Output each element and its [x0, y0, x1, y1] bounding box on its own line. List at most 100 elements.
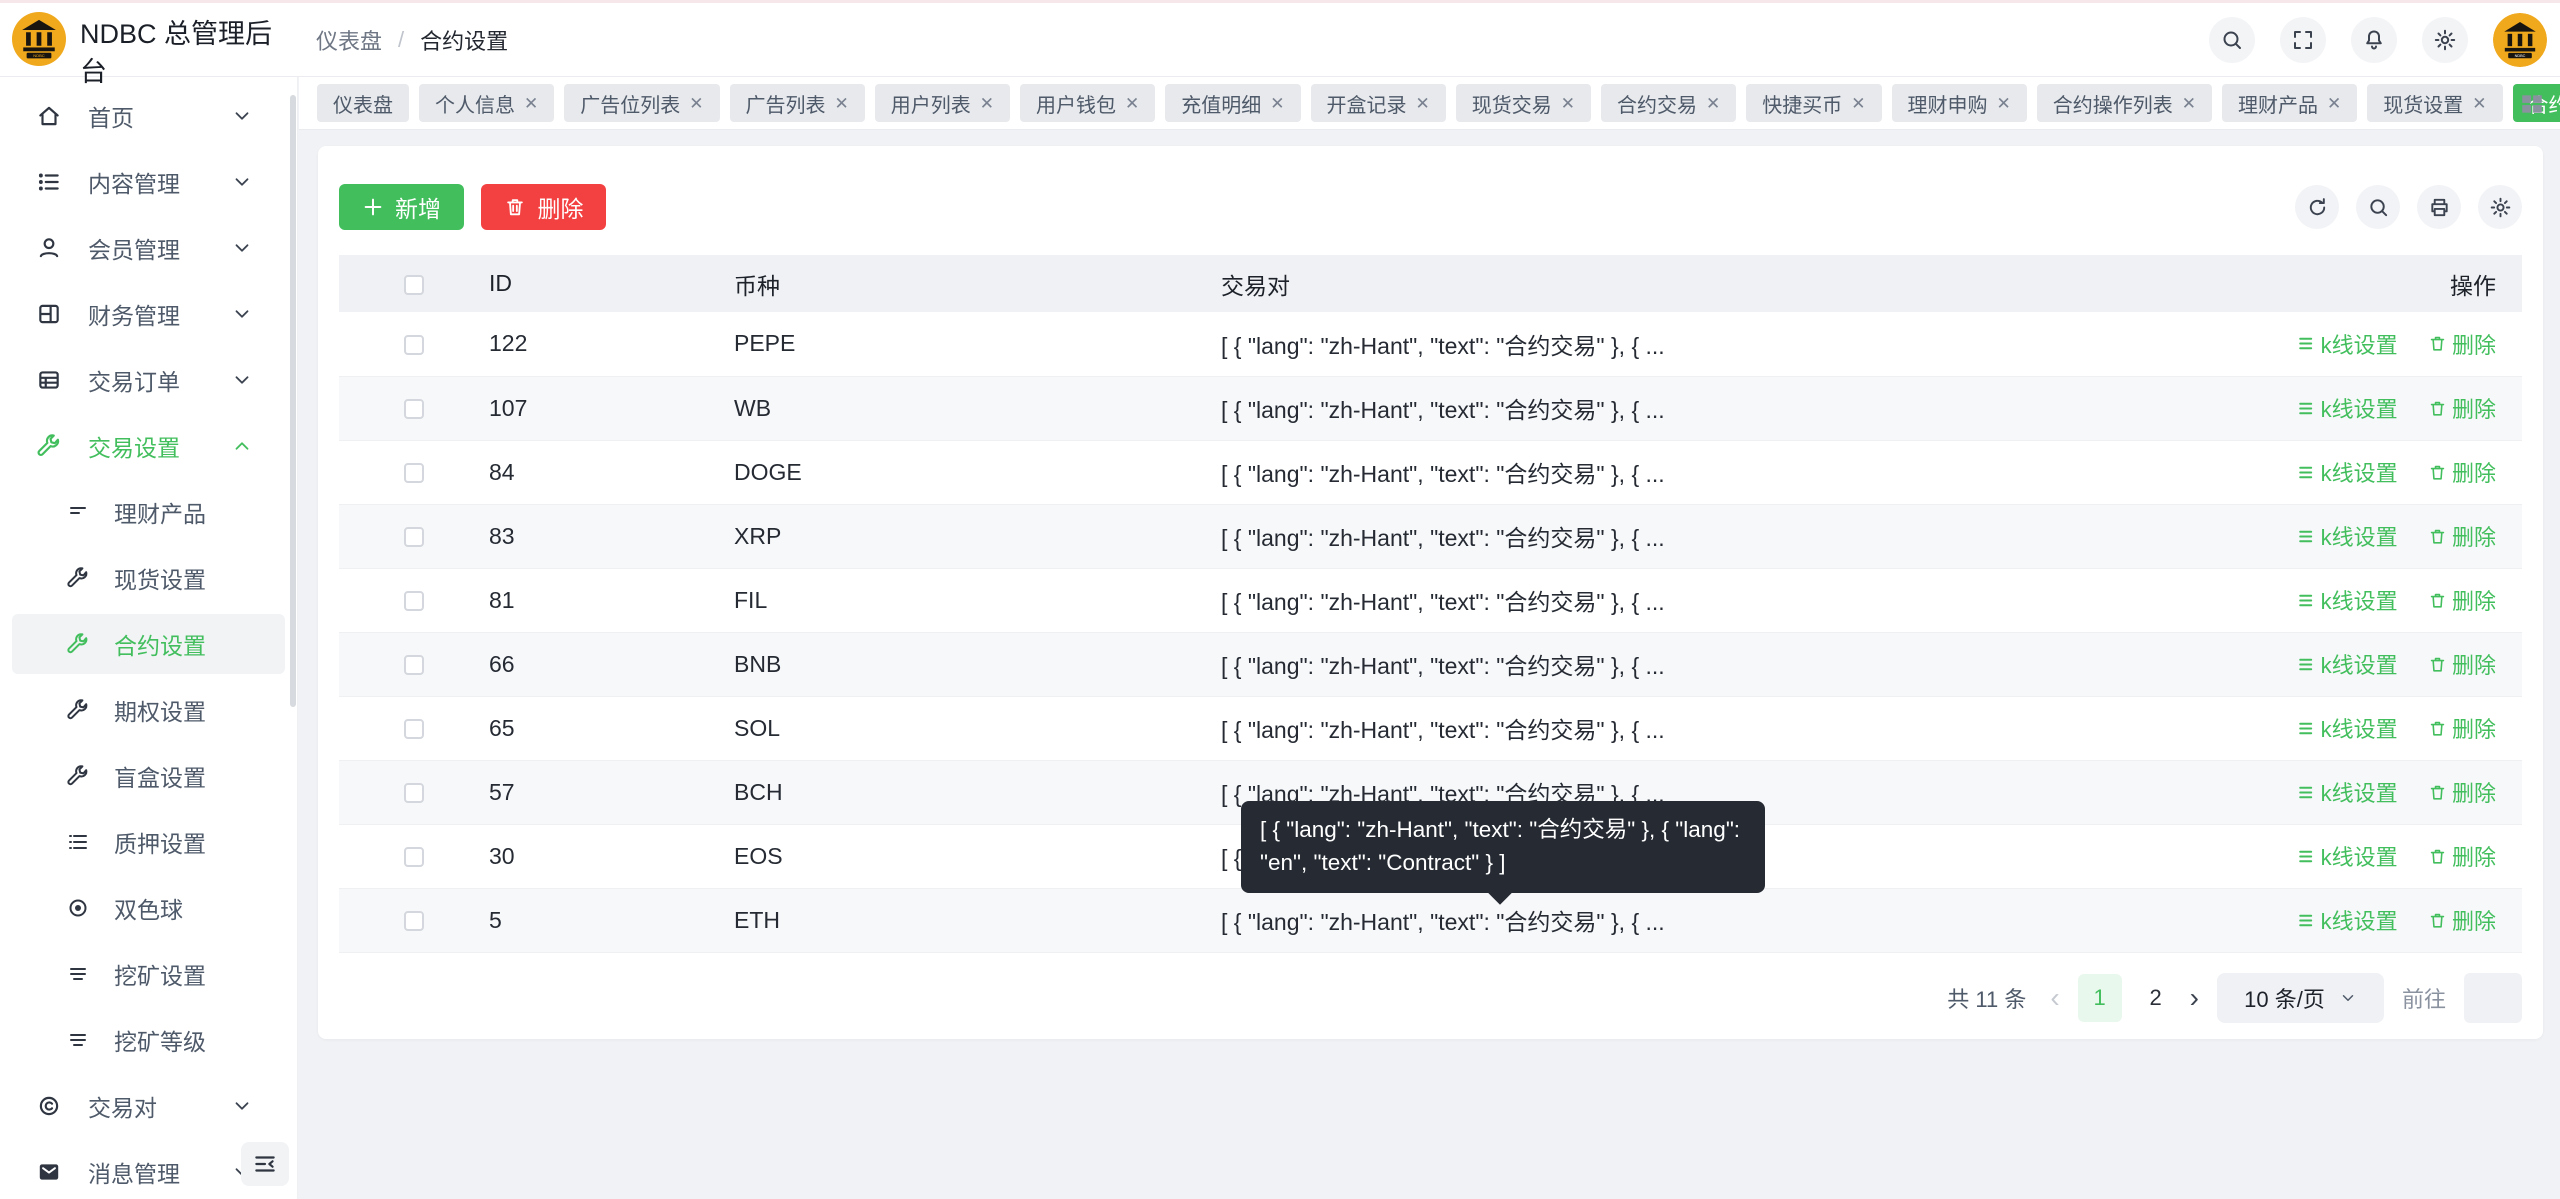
close-icon[interactable]: ✕ — [1270, 95, 1284, 112]
pagination-prev-icon[interactable]: ‹ — [2050, 982, 2059, 1014]
search-icon[interactable] — [2209, 17, 2255, 63]
tab-ad-slots[interactable]: 广告位列表 ✕ — [564, 84, 720, 122]
kline-settings-link[interactable]: k线设置 — [2297, 328, 2398, 360]
row-checkbox[interactable] — [404, 335, 424, 356]
cell-pair[interactable]: [ { "lang": "zh-Hant", "text": "合约交易" },… — [1221, 504, 2212, 569]
table-search-icon[interactable] — [2356, 185, 2400, 229]
table-row[interactable]: 122 PEPE [ { "lang": "zh-Hant", "text": … — [339, 312, 2522, 377]
close-icon[interactable]: ✕ — [1416, 95, 1430, 112]
print-icon[interactable] — [2417, 185, 2461, 229]
sidebar-item-blindbox-settings[interactable]: 盲盒设置 — [0, 743, 297, 809]
kline-settings-link[interactable]: k线设置 — [2297, 456, 2398, 488]
notifications-bell-icon[interactable] — [2351, 17, 2397, 63]
row-delete-link[interactable]: 删除 — [2428, 840, 2496, 872]
close-icon[interactable]: ✕ — [2327, 95, 2341, 112]
select-all-checkbox[interactable] — [404, 274, 424, 295]
kline-settings-link[interactable]: k线设置 — [2297, 584, 2398, 616]
sidebar-fold-icon[interactable] — [241, 1142, 289, 1186]
table-row[interactable]: 65 SOL [ { "lang": "zh-Hant", "text": "合… — [339, 696, 2522, 761]
tab-options-grid-icon[interactable] — [2519, 91, 2545, 117]
close-icon[interactable]: ✕ — [2472, 95, 2486, 112]
pagination-page-2[interactable]: 2 — [2140, 985, 2172, 1011]
cell-pair[interactable]: [ { "lang": "zh-Hant", "text": "合约交易" },… — [1221, 632, 2212, 697]
row-delete-link[interactable]: 删除 — [2428, 584, 2496, 616]
table-row[interactable]: 5 ETH [ { "lang": "zh-Hant", "text": "合约… — [339, 888, 2522, 953]
table-row[interactable]: 81 FIL [ { "lang": "zh-Hant", "text": "合… — [339, 568, 2522, 633]
tab-contract-ops[interactable]: 合约操作列表 ✕ — [2036, 84, 2212, 122]
sidebar-item-contract-settings[interactable]: 合约设置 — [0, 611, 297, 677]
row-delete-link[interactable]: 删除 — [2428, 520, 2496, 552]
sidebar-item-orders[interactable]: 交易订单 — [0, 347, 297, 413]
tab-wealth-subscribe[interactable]: 理财申购 ✕ — [1891, 84, 2027, 122]
close-icon[interactable]: ✕ — [980, 95, 994, 112]
tab-ads[interactable]: 广告列表 ✕ — [729, 84, 865, 122]
sidebar-item-pairs[interactable]: 交易对 — [0, 1073, 297, 1139]
row-checkbox[interactable] — [404, 399, 424, 420]
row-checkbox[interactable] — [404, 847, 424, 868]
row-checkbox[interactable] — [404, 527, 424, 548]
sidebar-scrollbar[interactable] — [290, 95, 296, 707]
page-size-select[interactable]: 10 条/页 — [2216, 973, 2384, 1023]
settings-gear-icon[interactable] — [2422, 17, 2468, 63]
kline-settings-link[interactable]: k线设置 — [2297, 904, 2398, 936]
kline-settings-link[interactable]: k线设置 — [2297, 776, 2398, 808]
tab-contract-trade[interactable]: 合约交易 ✕ — [1601, 84, 1737, 122]
close-icon[interactable]: ✕ — [1851, 95, 1865, 112]
tab-deposits[interactable]: 充值明细 ✕ — [1165, 84, 1301, 122]
row-checkbox[interactable] — [404, 591, 424, 612]
row-checkbox[interactable] — [404, 655, 424, 676]
close-icon[interactable]: ✕ — [524, 95, 538, 112]
tab-spot-trade[interactable]: 现货交易 ✕ — [1455, 84, 1591, 122]
sidebar-item-pledge-settings[interactable]: 质押设置 — [0, 809, 297, 875]
delete-button[interactable]: 删除 — [481, 184, 607, 230]
tab-spot-settings[interactable]: 现货设置 ✕ — [2367, 84, 2503, 122]
row-delete-link[interactable]: 删除 — [2428, 904, 2496, 936]
pagination-page-1[interactable]: 1 — [2077, 974, 2122, 1022]
table-row[interactable]: 83 XRP [ { "lang": "zh-Hant", "text": "合… — [339, 504, 2522, 569]
tab-wallets[interactable]: 用户钱包 ✕ — [1020, 84, 1156, 122]
cell-pair[interactable]: [ { "lang": "zh-Hant", "text": "合约交易" },… — [1221, 440, 2212, 505]
row-checkbox[interactable] — [404, 783, 424, 804]
tab-dashboard[interactable]: 仪表盘 — [317, 84, 409, 122]
row-delete-link[interactable]: 删除 — [2428, 328, 2496, 360]
row-delete-link[interactable]: 删除 — [2428, 712, 2496, 744]
row-checkbox[interactable] — [404, 911, 424, 932]
sidebar-item-wealth-products[interactable]: 理财产品 — [0, 479, 297, 545]
close-icon[interactable]: ✕ — [1997, 95, 2011, 112]
kline-settings-link[interactable]: k线设置 — [2297, 840, 2398, 872]
goto-page-input[interactable] — [2464, 973, 2522, 1023]
sidebar-item-options-settings[interactable]: 期权设置 — [0, 677, 297, 743]
close-icon[interactable]: ✕ — [835, 95, 849, 112]
row-delete-link[interactable]: 删除 — [2428, 456, 2496, 488]
close-icon[interactable]: ✕ — [1706, 95, 1720, 112]
kline-settings-link[interactable]: k线设置 — [2297, 392, 2398, 424]
cell-pair[interactable]: [ { "lang": "zh-Hant", "text": "合约交易" },… — [1221, 312, 2212, 377]
user-avatar[interactable]: NDBC — [2493, 13, 2547, 67]
close-icon[interactable]: ✕ — [2182, 95, 2196, 112]
row-checkbox[interactable] — [404, 463, 424, 484]
tab-profile[interactable]: 个人信息 ✕ — [419, 84, 555, 122]
kline-settings-link[interactable]: k线设置 — [2297, 520, 2398, 552]
refresh-icon[interactable] — [2295, 185, 2339, 229]
column-settings-gear-icon[interactable] — [2478, 185, 2522, 229]
close-icon[interactable]: ✕ — [1125, 95, 1139, 112]
sidebar-item-spot-settings[interactable]: 现货设置 — [0, 545, 297, 611]
row-delete-link[interactable]: 删除 — [2428, 648, 2496, 680]
tab-users[interactable]: 用户列表 ✕ — [874, 84, 1010, 122]
sidebar-item-members[interactable]: 会员管理 — [0, 215, 297, 281]
tab-wealth-products[interactable]: 理财产品 ✕ — [2222, 84, 2358, 122]
cell-pair[interactable]: [ { "lang": "zh-Hant", "text": "合约交易" },… — [1221, 888, 2212, 953]
row-delete-link[interactable]: 删除 — [2428, 776, 2496, 808]
table-row[interactable]: 66 BNB [ { "lang": "zh-Hant", "text": "合… — [339, 632, 2522, 697]
row-delete-link[interactable]: 删除 — [2428, 392, 2496, 424]
kline-settings-link[interactable]: k线设置 — [2297, 648, 2398, 680]
sidebar-item-content[interactable]: 内容管理 — [0, 149, 297, 215]
cell-pair[interactable]: [ { "lang": "zh-Hant", "text": "合约交易" },… — [1221, 696, 2212, 761]
cell-pair[interactable]: [ { "lang": "zh-Hant", "text": "合约交易" },… — [1221, 568, 2212, 633]
table-row[interactable]: 107 WB [ { "lang": "zh-Hant", "text": "合… — [339, 376, 2522, 441]
close-icon[interactable]: ✕ — [1561, 95, 1575, 112]
sidebar-item-lottery[interactable]: 双色球 — [0, 875, 297, 941]
sidebar-item-trade-settings[interactable]: 交易设置 — [0, 413, 297, 479]
breadcrumb-root[interactable]: 仪表盘 — [316, 24, 382, 56]
add-button[interactable]: 新增 — [339, 184, 464, 230]
